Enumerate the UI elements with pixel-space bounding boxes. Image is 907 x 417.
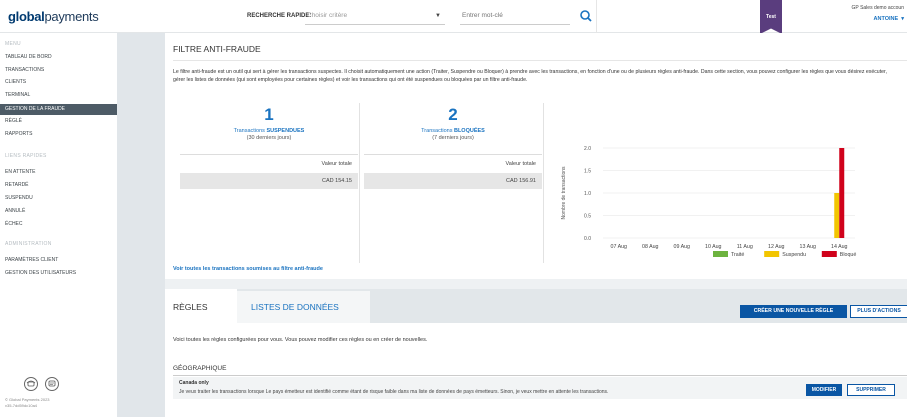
user-name-dropdown[interactable]: ANTOINE ▾ (852, 16, 904, 22)
sidebar-item-transactions[interactable]: TRANSACTIONS (0, 66, 117, 75)
divider (359, 103, 360, 263)
quick-search-label: RECHERCHE RAPIDE: (247, 13, 312, 19)
sidebar-item-reports[interactable]: RAPPORTS (0, 130, 117, 139)
global-payments-logo[interactable]: globalpayments (8, 9, 99, 24)
chat-icon (48, 380, 56, 387)
copyright: © Global Payments 2023 v35-7dd59dc10a4 (5, 397, 50, 408)
phone-icon (26, 380, 36, 387)
blocked-count: 2 (448, 105, 458, 124)
suspended-total-label: Valeur totale (321, 161, 352, 167)
x-tick-label: 11 Aug (737, 244, 753, 250)
content-gutter (117, 33, 165, 417)
bar-bloqué (839, 148, 845, 238)
phone-button[interactable] (24, 377, 38, 391)
x-tick-label: 07 Aug (611, 244, 628, 250)
modify-rule-button[interactable]: MODIFIER (806, 384, 842, 396)
rule-description: Je veux traiter les transactions lorsque… (179, 389, 609, 395)
x-tick-label: 12 Aug (768, 244, 785, 250)
legend-label: Suspendu (782, 252, 806, 258)
sidebar-item-failed[interactable]: ÉCHEC (0, 220, 117, 229)
legend-label: Traité (731, 252, 744, 258)
fraud-description: Le filtre anti-fraude est un outil qui s… (173, 69, 887, 83)
quick-links-heading: LIENS RAPIDES (5, 153, 47, 159)
legend-swatch (821, 251, 837, 257)
sidebar-item-terminal[interactable]: TERMINAL (0, 91, 117, 100)
blocked-total-value: CAD 156.91 (364, 173, 542, 189)
divider (173, 375, 907, 376)
x-tick-label: 14 Aug (831, 244, 848, 250)
view-all-fraud-transactions-link[interactable]: Voir toutes les transactions soumises au… (173, 266, 323, 272)
blocked-label: Transactions BLOQUÉES (421, 128, 485, 134)
suspended-label: Transactions SUSPENDUES (233, 128, 305, 134)
chat-button[interactable] (45, 377, 59, 391)
divider (543, 103, 544, 263)
sidebar-item-cancelled[interactable]: ANNULÉ (0, 207, 117, 216)
x-tick-label: 08 Aug (642, 244, 659, 250)
transactions-chart: Nombre de transactions 0.0 0.5 1.0 1.5 2.0 07 … (561, 146, 857, 258)
divider (364, 154, 542, 155)
divider (596, 0, 597, 33)
divider (180, 154, 358, 155)
top-bar: globalpayments RECHERCHE RAPIDE: Choisir… (0, 0, 907, 34)
sidebar-item-pending[interactable]: EN ATTENTE (0, 168, 117, 177)
criteria-placeholder: Choisir critère (307, 12, 348, 19)
y-tick-label: 0.0 (584, 236, 591, 242)
x-tick-label: 13 Aug (800, 244, 817, 250)
sidebar-item-client-settings[interactable]: PARAMÈTRES CLIENT (0, 256, 117, 265)
sidebar: MENU TABLEAU DE BORD TRANSACTIONS CLIENT… (0, 33, 117, 417)
legend-swatch (713, 251, 728, 257)
rule-row: Canada only Je veux traiter les transact… (173, 377, 907, 399)
create-rule-button[interactable]: CRÉER UNE NOUVELLE RÈGLE (740, 305, 847, 318)
x-tick-label: 10 Aug (705, 244, 722, 250)
criteria-select[interactable]: Choisir critère ▼ (305, 7, 445, 25)
account-name: GP Sales demo accoun (851, 5, 904, 11)
suspended-count: 1 (264, 105, 274, 124)
legend-label: Bloqué (840, 252, 857, 258)
sidebar-item-dashboard[interactable]: TABLEAU DE BORD (0, 53, 117, 62)
suspended-total-value: CAD 154.15 (180, 173, 358, 189)
sidebar-item-clients[interactable]: CLIENTS (0, 78, 117, 87)
more-actions-button[interactable]: PLUS D'ACTIONS (850, 305, 907, 318)
tab-rules[interactable]: RÈGLES (165, 289, 237, 323)
administration-heading: ADMINISTRATION (5, 241, 52, 247)
chevron-down-icon: ▾ (899, 16, 904, 22)
rules-panel: RÈGLES LISTES DE DONNÉES CRÉER UNE NOUVE… (165, 289, 907, 417)
y-tick-label: 2.0 (584, 146, 591, 152)
section-title-geographic: GÉOGRAPHIQUE (173, 365, 227, 372)
tab-data-lists[interactable]: LISTES DE DONNÉES (237, 291, 370, 323)
tab-strip: RÈGLES LISTES DE DONNÉES CRÉER UNE NOUVE… (165, 289, 907, 323)
sidebar-item-fraud-management[interactable]: GESTION DE LA FRAUDE (0, 104, 117, 115)
fraud-filter-panel: FILTRE ANTI-FRAUDE Le filtre anti-fraude… (165, 33, 907, 279)
divider (173, 60, 907, 61)
y-tick-label: 1.5 (584, 169, 591, 175)
legend-swatch (764, 251, 780, 257)
chevron-down-icon: ▼ (435, 13, 441, 19)
y-axis-label: Nombre de transactions (561, 166, 567, 220)
search-icon (580, 10, 592, 22)
sidebar-item-delayed[interactable]: RETARDÉ (0, 181, 117, 190)
x-tick-label: 09 Aug (674, 244, 691, 250)
sidebar-item-settled[interactable]: RÈGLÉ (0, 117, 117, 126)
delete-rule-button[interactable]: SUPPRIMER (847, 384, 895, 396)
suspended-stat[interactable]: 1 Transactions SUSPENDUES (30 derniers j… (180, 105, 358, 142)
keyword-input[interactable] (460, 7, 570, 25)
suspended-period: (30 derniers jours) (246, 135, 292, 141)
account-menu[interactable]: GP Sales demo accoun ANTOINE ▾ (852, 5, 904, 22)
menu-heading: MENU (5, 41, 21, 47)
blocked-total-label: Valeur totale (505, 161, 536, 167)
y-tick-label: 1.0 (584, 191, 591, 197)
blocked-period: (7 derniers jours) (432, 135, 474, 141)
page-title: FILTRE ANTI-FRAUDE (173, 44, 261, 54)
sidebar-item-suspended[interactable]: SUSPENDU (0, 194, 117, 203)
bar-suspendu (834, 193, 840, 238)
blocked-stat[interactable]: 2 Transactions BLOQUÉES (7 derniers jour… (364, 105, 542, 142)
rules-description: Voici toutes les règles configurées pour… (173, 337, 428, 343)
rule-name: Canada only (179, 380, 209, 386)
environment-badge: Test (760, 0, 782, 34)
main-content: FILTRE ANTI-FRAUDE Le filtre anti-fraude… (165, 33, 907, 417)
y-tick-label: 0.5 (584, 214, 591, 220)
sidebar-item-user-management[interactable]: GESTION DES UTILISATEURS (0, 269, 117, 278)
search-button[interactable] (578, 8, 594, 24)
